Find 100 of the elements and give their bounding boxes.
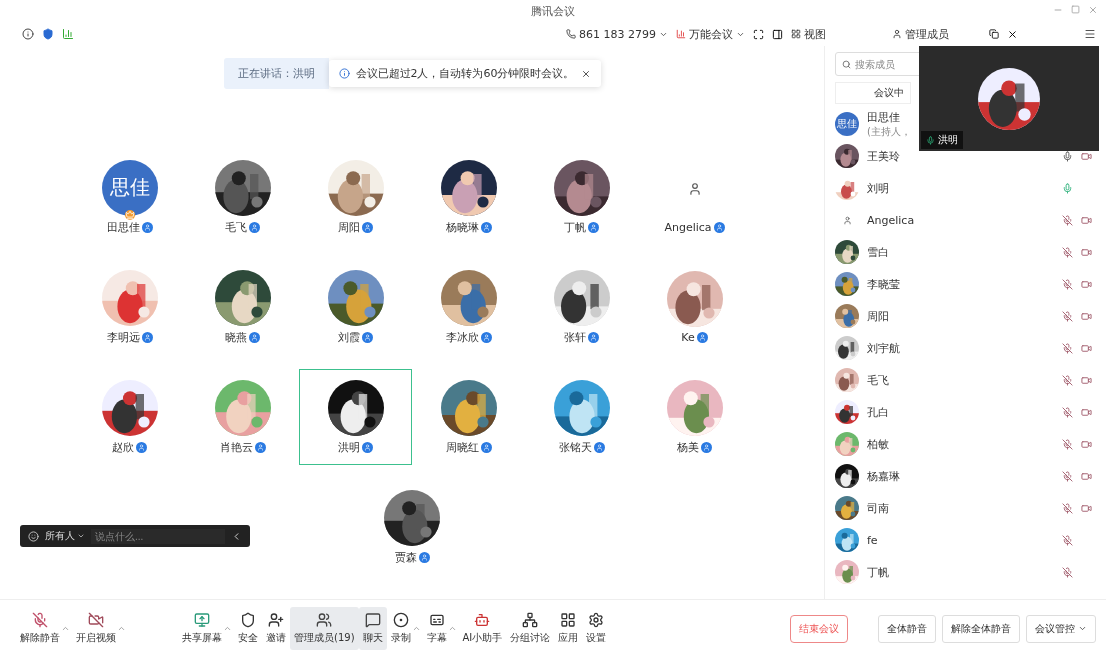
members-tab[interactable]: 会议中	[835, 82, 911, 104]
participant-tile[interactable]: 洪明	[299, 369, 412, 465]
participant-name: 贾森	[394, 549, 417, 565]
toolbar-button[interactable]: 设置	[582, 607, 611, 650]
caret-icon	[77, 532, 85, 540]
participant-tile[interactable]: Ke	[638, 259, 751, 355]
toolbar-button[interactable]: 分组讨论	[506, 607, 555, 650]
mic-off-icon[interactable]	[1062, 406, 1073, 418]
toolbar-button[interactable]: 安全	[234, 607, 262, 650]
status-badge-icon	[141, 221, 153, 233]
participant-tile[interactable]: 赵欣	[73, 369, 186, 465]
participant-tile[interactable]: 周晓红	[412, 369, 525, 465]
participant-tile[interactable]: 李明远	[73, 259, 186, 355]
emoji-icon[interactable]	[28, 530, 39, 542]
chat-icon	[364, 612, 381, 628]
status-badge-icon	[701, 441, 712, 453]
member-name: 刘宇航	[867, 340, 901, 356]
person-icon	[892, 29, 902, 39]
mic-off-icon[interactable]	[1062, 246, 1073, 258]
action-button[interactable]: 解除全体静音	[942, 614, 1020, 643]
speaking-indicator: 正在讲话：洪明	[223, 58, 329, 89]
shield-icon	[240, 612, 256, 628]
view-button[interactable]: 视图	[791, 26, 826, 42]
user-plus-icon	[268, 612, 284, 628]
participant-tile[interactable]: Angelica	[638, 149, 751, 245]
member-name: 田思佳	[867, 109, 901, 125]
apps-icon	[560, 612, 577, 628]
close-icon[interactable]	[1007, 28, 1018, 40]
toolbar-button[interactable]: 共享屏幕	[178, 607, 226, 650]
menu-icon[interactable]	[1084, 28, 1096, 40]
participant-tile[interactable]: 毛飞	[186, 149, 299, 245]
toolbar-button[interactable]: 应用	[554, 607, 583, 650]
participant-tile[interactable]: 肖艳云	[186, 369, 299, 465]
fullscreen-icon[interactable]	[753, 28, 764, 40]
mic-off-icon[interactable]	[1062, 342, 1073, 354]
participant-name: 杨晓琳	[445, 219, 479, 235]
mic-off-icon[interactable]	[1062, 534, 1073, 546]
participant-tile[interactable]: 李冰欣	[412, 259, 525, 355]
signal-icon	[676, 29, 686, 39]
member-name: 丁帆	[867, 564, 890, 580]
mic-off-icon[interactable]	[1062, 278, 1073, 290]
status-badge-icon	[249, 221, 260, 233]
text-avatar: 思佳	[835, 112, 859, 136]
member-name: fe	[867, 533, 879, 547]
mic-off-icon[interactable]	[1062, 566, 1073, 578]
toolbar-button[interactable]: 管理成员(19)	[290, 607, 359, 650]
action-button[interactable]: 会议管控	[1026, 614, 1096, 643]
participant-name: 田思佳	[106, 219, 140, 235]
participant-tile[interactable]: 张轩	[525, 259, 638, 355]
recipient-dropdown[interactable]: 所有人	[45, 529, 85, 543]
mic-off-icon[interactable]	[1062, 470, 1073, 482]
meeting-info[interactable]: 万能会议	[676, 26, 745, 42]
toolbar-button[interactable]: 聊天	[358, 607, 387, 650]
members-button[interactable]: 管理成员	[892, 26, 949, 42]
participant-name: Angelica	[664, 220, 712, 234]
toolbar-button[interactable]: 邀请	[262, 607, 290, 650]
toolbar-button[interactable]: 开启视频	[72, 607, 120, 650]
video-name-label: 洪明	[921, 131, 963, 149]
mic-icon[interactable]	[1062, 150, 1073, 162]
panel-icon[interactable]	[772, 28, 783, 40]
shield-icon[interactable]	[42, 28, 54, 40]
participant-tile[interactable]: 刘霞	[299, 259, 412, 355]
participant-tile[interactable]: 晓燕	[186, 259, 299, 355]
signal-icon	[62, 28, 74, 40]
mic-off-icon[interactable]	[1062, 502, 1073, 514]
toolbar-button[interactable]: AI小助手	[458, 607, 507, 650]
participant-tile[interactable]: 丁帆	[525, 149, 638, 245]
grid-icon	[791, 29, 801, 39]
status-badge-icon	[588, 221, 599, 233]
info-icon[interactable]	[22, 28, 34, 40]
popout-icon[interactable]	[989, 29, 999, 39]
action-button[interactable]: 全体静音	[878, 614, 936, 643]
groups-icon	[522, 612, 539, 628]
chat-input[interactable]: 说点什么...	[91, 528, 225, 544]
end-meeting-button[interactable]: 结束会议	[790, 614, 848, 643]
participant-tile[interactable]: 思佳 田思佳	[73, 149, 186, 245]
window-title: 腾讯会议	[531, 3, 575, 19]
mic-off-icon[interactable]	[1062, 374, 1073, 386]
camera-off-icon	[88, 612, 104, 628]
participant-name: 李冰欣	[445, 329, 479, 345]
participant-tile[interactable]: 杨美	[638, 369, 751, 465]
status-badge-icon	[362, 331, 373, 343]
camera-icon[interactable]	[1081, 150, 1092, 162]
toolbar-button[interactable]: 解除静音	[16, 607, 64, 650]
participant-tile[interactable]: 张铭天	[525, 369, 638, 465]
status-badge-icon	[713, 221, 725, 233]
participant-tile[interactable]: 贾森	[355, 479, 469, 575]
participant-tile[interactable]: 杨晓琳	[412, 149, 525, 245]
participant-tile[interactable]: 周阳	[299, 149, 412, 245]
notice-text: 会议已超过2人，自动转为60分钟限时会议。	[355, 66, 575, 81]
status-badge-icon	[249, 331, 260, 343]
mic-off-icon[interactable]	[1062, 214, 1073, 226]
status-badge-icon	[696, 331, 708, 343]
toolbar-button[interactable]: 录制	[386, 607, 415, 650]
toolbar-button[interactable]: 字幕	[422, 607, 451, 650]
member-name: 司南	[867, 500, 890, 516]
meeting-info[interactable]: 861 183 2799	[566, 27, 668, 41]
mic-off-icon[interactable]	[1062, 438, 1073, 450]
close-icon[interactable]	[580, 68, 591, 79]
mic-off-icon[interactable]	[1062, 310, 1073, 322]
